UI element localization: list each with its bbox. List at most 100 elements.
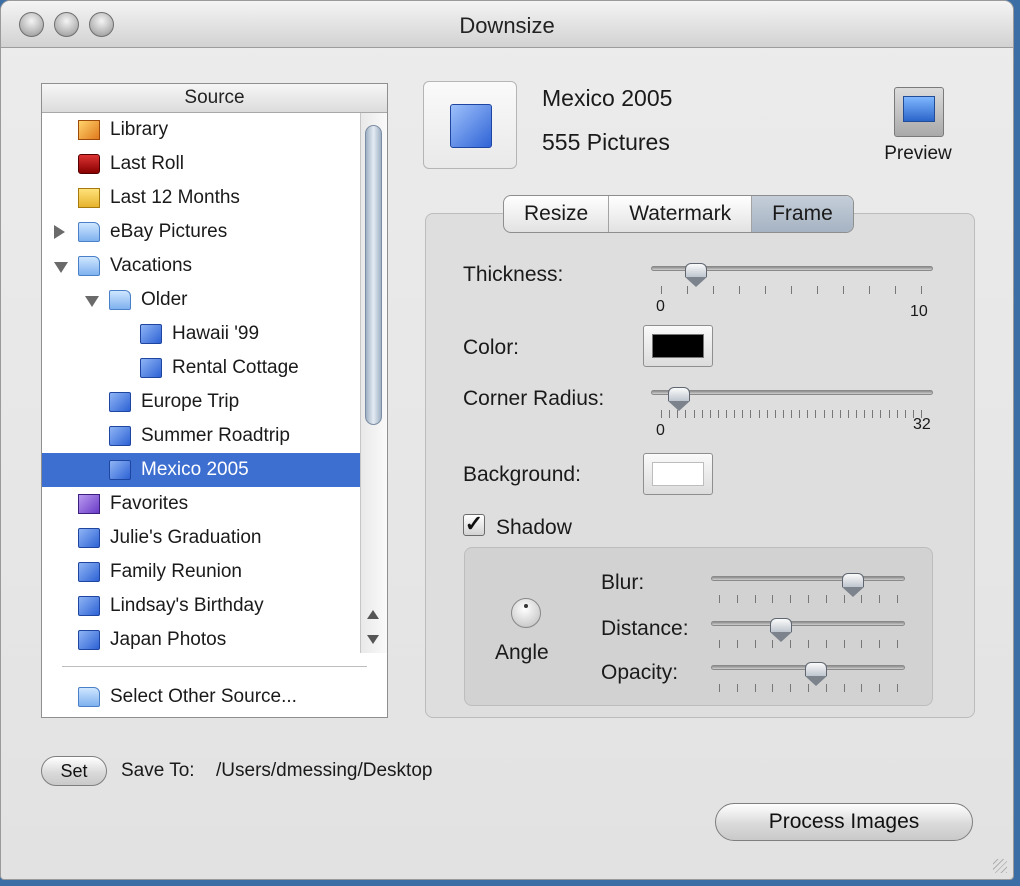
source-item[interactable]: Japan Photos	[42, 623, 360, 657]
source-item[interactable]: Hawaii '99	[42, 317, 360, 351]
album-icon	[109, 392, 131, 412]
source-item[interactable]: Library	[42, 113, 360, 147]
source-item[interactable]: Lindsay's Birthday	[42, 589, 360, 623]
resize-grip-icon[interactable]	[993, 859, 1007, 873]
source-item[interactable]: Favorites	[42, 487, 360, 521]
tick-mark	[661, 286, 662, 294]
album-icon	[109, 460, 131, 480]
distance-slider-knob[interactable]	[770, 618, 792, 642]
process-images-button[interactable]: Process Images	[715, 803, 973, 841]
color-label: Color:	[463, 336, 520, 359]
select-other-source-label: Select Other Source...	[110, 686, 297, 707]
thickness-ticks	[661, 286, 922, 294]
tick-mark	[702, 410, 703, 418]
album-icon	[109, 426, 131, 446]
opacity-ticks	[719, 684, 898, 692]
blur-slider[interactable]	[711, 576, 905, 581]
tick-mark	[755, 640, 756, 648]
album-icon	[450, 104, 492, 148]
set-button[interactable]: Set	[41, 756, 107, 786]
tick-mark	[719, 640, 720, 648]
source-item[interactable]: Julie's Graduation	[42, 521, 360, 555]
tick-mark	[737, 595, 738, 603]
tick-mark	[889, 410, 890, 418]
thickness-slider-knob[interactable]	[685, 263, 707, 287]
tick-mark	[861, 640, 862, 648]
color-well[interactable]	[643, 325, 713, 367]
source-item[interactable]: Summer Roadtrip	[42, 419, 360, 453]
tick-mark	[767, 410, 768, 418]
source-item-label: Vacations	[110, 255, 193, 276]
window-title: Downsize	[459, 13, 555, 38]
tick-mark	[783, 410, 784, 418]
title-bar[interactable]: Downsize	[1, 1, 1013, 48]
tick-mark	[897, 410, 898, 418]
album-picture-count: 555 Pictures	[542, 129, 670, 155]
source-header[interactable]: Source	[42, 84, 387, 113]
tick-mark	[826, 684, 827, 692]
tick-mark	[844, 684, 845, 692]
preview-button[interactable]: Preview	[881, 83, 955, 169]
disclosure-right-icon[interactable]	[54, 225, 65, 239]
tick-mark	[808, 640, 809, 648]
source-item-label: Hawaii '99	[172, 323, 260, 344]
tick-mark	[687, 286, 688, 294]
tick-mark	[826, 640, 827, 648]
tick-mark	[879, 684, 880, 692]
source-item[interactable]: eBay Pictures	[42, 215, 360, 249]
source-item-label: Library	[110, 119, 169, 140]
tab-watermark[interactable]: Watermark	[609, 196, 753, 232]
color-swatch	[652, 334, 704, 358]
background-color-well[interactable]	[643, 453, 713, 495]
tick-mark	[879, 595, 880, 603]
opacity-slider-knob[interactable]	[805, 662, 827, 686]
select-other-source[interactable]: Select Other Source...	[42, 680, 387, 714]
tick-mark	[815, 410, 816, 418]
tick-mark	[755, 595, 756, 603]
source-item-label: Last Roll	[110, 153, 184, 174]
source-item[interactable]: Last Roll	[42, 147, 360, 181]
tick-mark	[719, 595, 720, 603]
tick-mark	[879, 640, 880, 648]
tab-frame[interactable]: Frame	[752, 196, 853, 232]
source-item[interactable]: Vacations	[42, 249, 360, 283]
blur-slider-knob[interactable]	[842, 573, 864, 597]
tick-mark	[737, 640, 738, 648]
disclosure-down-icon[interactable]	[54, 262, 68, 273]
source-item[interactable]: Older	[42, 283, 360, 317]
source-scrollbar[interactable]	[360, 113, 387, 653]
tick-mark	[856, 410, 857, 418]
corner-radius-slider[interactable]	[651, 390, 933, 395]
source-item-label: Julie's Graduation	[110, 527, 262, 548]
shadow-checkbox[interactable]: ✓	[463, 513, 485, 536]
source-list: Source Library Last Roll Last 12 Months eBa…	[41, 83, 388, 718]
tick-mark	[772, 595, 773, 603]
album-icon	[140, 358, 162, 378]
tick-mark	[880, 410, 881, 418]
source-item[interactable]: Mexico 2005	[42, 453, 360, 487]
source-item-label: Last 12 Months	[110, 187, 240, 208]
folder-icon	[109, 290, 131, 310]
source-item[interactable]: Europe Trip	[42, 385, 360, 419]
tick-mark	[737, 684, 738, 692]
source-item[interactable]: Last 12 Months	[42, 181, 360, 215]
library-icon	[78, 120, 100, 140]
corner-radius-slider-knob[interactable]	[668, 387, 690, 411]
distance-slider[interactable]	[711, 621, 905, 626]
source-item[interactable]: Rental Cottage	[42, 351, 360, 385]
scrollbar-thumb[interactable]	[365, 125, 382, 425]
disclosure-down-icon[interactable]	[85, 296, 99, 307]
angle-dial[interactable]	[511, 598, 541, 628]
blur-ticks	[719, 595, 898, 603]
tick-mark	[869, 286, 870, 294]
tick-mark	[759, 410, 760, 418]
scroll-down-arrow-icon[interactable]	[367, 635, 379, 644]
tick-mark	[669, 410, 670, 418]
source-item[interactable]: Family Reunion	[42, 555, 360, 589]
corner-radius-label: Corner Radius:	[463, 387, 605, 410]
scroll-up-arrow-icon[interactable]	[367, 610, 379, 619]
preview-icon	[894, 87, 944, 137]
tab-resize[interactable]: Resize	[504, 196, 610, 232]
source-item-label: Rental Cottage	[172, 357, 299, 378]
tick-mark	[799, 410, 800, 418]
